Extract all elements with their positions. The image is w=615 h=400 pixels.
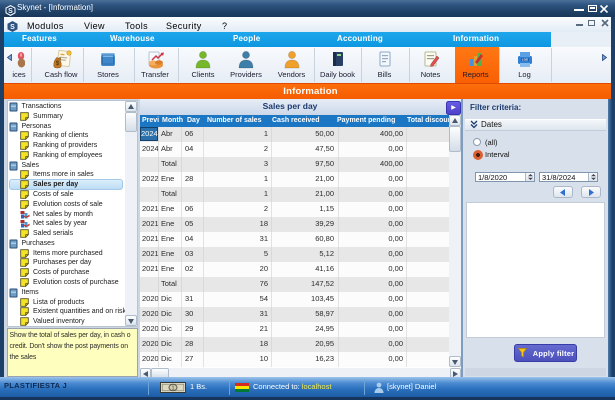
svg-text:1: 1 <box>172 386 175 392</box>
svg-text:S: S <box>8 8 13 15</box>
svg-text:S: S <box>10 24 15 31</box>
svg-text:LOG: LOG <box>521 58 528 62</box>
